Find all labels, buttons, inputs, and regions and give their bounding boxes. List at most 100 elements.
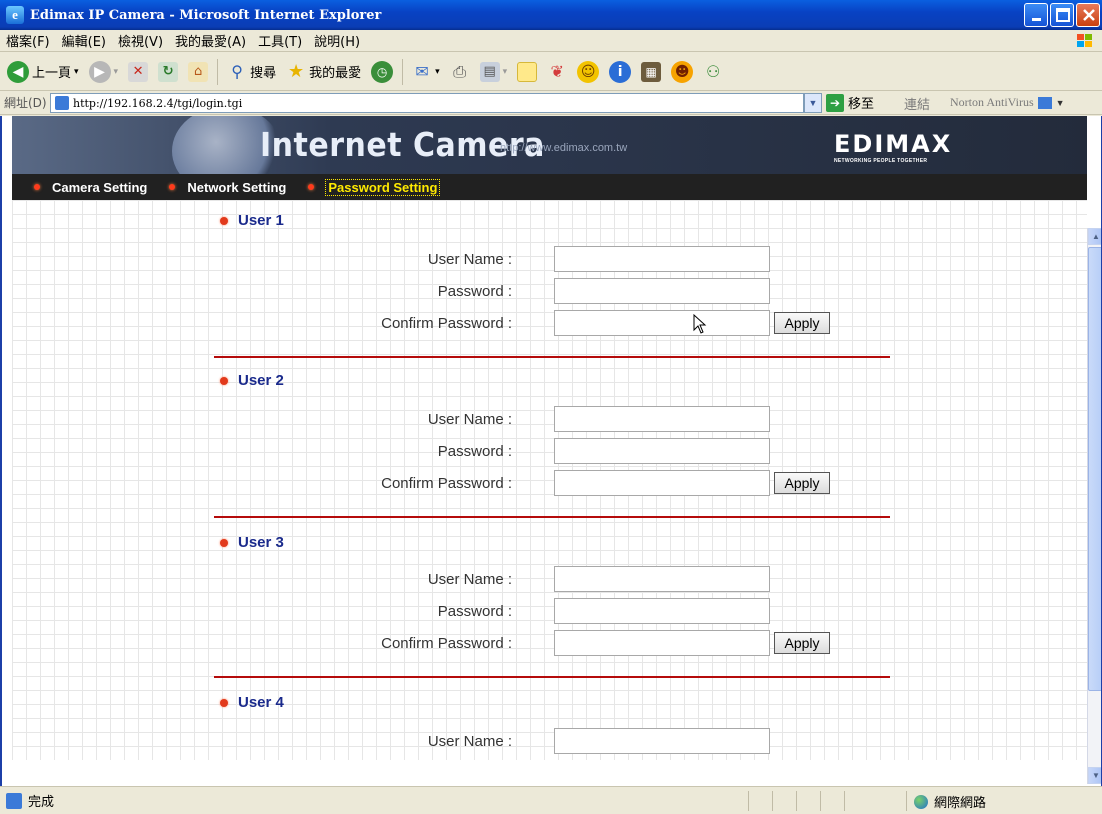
scroll-down-arrow-icon[interactable]: ▼ [1088,767,1101,784]
banner-url: http://www.edimax.com.tw [500,142,628,154]
bullet-icon [220,698,228,707]
form-row: Password : [212,438,892,464]
chevron-down-icon: ▾ [113,66,119,77]
go-arrow-icon: ➔ [826,93,844,112]
address-bar: 網址(D) http://192.168.2.4/tgi/login.tgi ▼… [0,91,1102,115]
back-arrow-icon: ◀ [7,60,29,83]
favorites-label: 我的最愛 [309,66,362,81]
close-button[interactable] [1076,3,1100,27]
refresh-button[interactable]: ↻ [155,60,181,84]
user-2-apply-button[interactable]: Apply [774,472,830,494]
status-divider [796,791,797,811]
password-label: Password : [437,283,512,300]
links-button[interactable]: 連結 [904,94,930,113]
back-button[interactable]: ◀ 上一頁 ▾ [4,59,82,85]
minimize-button[interactable] [1024,3,1048,27]
stop-button[interactable]: ✕ [125,60,151,84]
mouse-cursor-icon [693,314,707,334]
print-button[interactable]: ⎙ [447,60,473,84]
address-label: 網址(D) [4,96,47,110]
smiley-button[interactable]: ☺ [574,59,602,85]
user-3-password-input[interactable] [554,598,770,624]
menu-file[interactable]: 檔案(F) [0,31,56,50]
status-divider [906,791,907,811]
form-row: User Name : [212,728,892,754]
nav-password-setting[interactable]: Password Setting [325,178,441,196]
form-row: Password : [212,598,892,624]
password-label: Password : [437,603,512,620]
user-2-heading: User 2 [220,372,284,389]
user-3-name-input[interactable] [554,566,770,592]
notes-button[interactable] [514,60,540,84]
mail-icon: ✉ [415,62,429,81]
status-text: 完成 [28,795,55,810]
toolbar-separator [217,58,219,85]
history-button[interactable]: ◷ [368,59,396,85]
user-2-name-input[interactable] [554,406,770,432]
scroll-thumb[interactable] [1088,247,1101,691]
bullet-icon [220,376,228,385]
go-button[interactable]: ➔ 移至 [826,93,874,112]
favorites-button[interactable]: ★ 我的最愛 [283,60,364,84]
search-button[interactable]: ⚲ 搜尋 [224,60,279,84]
user-1-password-input[interactable] [554,278,770,304]
menu-bar: 檔案(F) 編輯(E) 檢視(V) 我的最愛(A) 工具(T) 說明(H) [0,30,1102,52]
home-button[interactable]: ⌂ [185,60,211,84]
star-icon: ★ [288,61,305,82]
user-3-apply-button[interactable]: Apply [774,632,830,654]
confirm-password-label: Confirm Password : [381,635,512,652]
chevron-down-icon: ▾ [435,66,440,77]
user-1-confirm-input[interactable] [554,310,770,336]
info-button[interactable]: i [606,59,634,85]
research-button[interactable]: ▦ [638,60,664,84]
note-icon [517,61,538,82]
printer-icon: ⎙ [453,61,467,81]
password-form: User 1 User Name : Password : Confirm Pa… [12,200,1087,760]
forward-button[interactable]: ▶ ▾ [86,59,122,85]
menu-favorites[interactable]: 我的最愛(A) [169,31,252,50]
scroll-up-arrow-icon[interactable]: ▲ [1088,228,1101,245]
messenger-button[interactable]: ❦ [544,60,570,84]
chevron-down-icon: ▾ [502,66,508,77]
menu-view[interactable]: 檢視(V) [112,31,169,50]
contacts-button[interactable]: ⚇ [700,60,726,84]
user-1-apply-button[interactable]: Apply [774,312,830,334]
nav-bullet-icon [308,184,315,190]
menu-edit[interactable]: 編輯(E) [56,31,112,50]
nav-network-setting[interactable]: Network Setting [187,180,286,195]
norton-toolbar[interactable]: Norton AntiVirus ▼ [950,95,1065,110]
status-bar: 完成 網際網路 [0,786,1102,814]
menu-tools[interactable]: 工具(T) [252,31,308,50]
form-row: User Name : [212,566,892,592]
user-3-confirm-input[interactable] [554,630,770,656]
user-4-name-input[interactable] [554,728,770,754]
norton-label: Norton AntiVirus [950,95,1034,109]
smiley-icon: ☺ [577,60,600,83]
address-dropdown-button[interactable]: ▼ [804,93,822,113]
mail-button[interactable]: ✉ ▾ [409,60,443,84]
forward-arrow-icon: ▶ [88,60,111,83]
user-2-confirm-input[interactable] [554,470,770,496]
window-controls [1024,3,1100,27]
nav-camera-setting[interactable]: Camera Setting [52,180,147,195]
info-icon: i [609,60,632,83]
history-icon: ◷ [371,60,394,83]
emoticon-button[interactable]: ☻ [668,59,696,85]
maximize-button[interactable] [1050,3,1074,27]
form-row: Confirm Password : Apply [212,630,892,656]
search-icon: ⚲ [231,62,243,81]
user-1-name-input[interactable] [554,246,770,272]
stop-icon: ✕ [128,61,149,82]
user-1-heading: User 1 [220,212,284,229]
contacts-icon: ⚇ [706,62,721,81]
vertical-scrollbar[interactable]: ▲ ▼ [1087,228,1101,784]
messenger-icon: ❦ [550,62,564,81]
edit-button[interactable]: ▤ ▾ [477,60,511,84]
nav-bar: Camera Setting Network Setting Password … [12,174,1087,200]
chevron-down-icon: ▼ [1055,97,1065,108]
bullet-icon [220,216,228,225]
menu-help[interactable]: 說明(H) [308,31,366,50]
user-2-password-input[interactable] [554,438,770,464]
research-icon: ▦ [641,61,662,82]
address-input[interactable]: http://192.168.2.4/tgi/login.tgi [50,93,804,113]
